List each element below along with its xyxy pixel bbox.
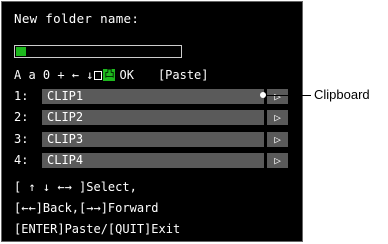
device-screen: New folder name: A a 0 + ← ↓ 凸 OK [Paste…	[1, 1, 303, 242]
help-paste-exit: [ENTER]Paste/[QUIT]Exit	[14, 222, 181, 236]
callout-leader-line	[263, 95, 311, 96]
clip-index: 1:	[14, 89, 29, 103]
clip-row-4[interactable]: 4: CLIP4 ▷	[14, 153, 288, 168]
paste-button[interactable]: [Paste]	[158, 68, 209, 82]
clip-item[interactable]: CLIP2	[42, 110, 264, 125]
clipboard-mode-icon[interactable]: 凸	[103, 69, 116, 81]
char-mode-keys[interactable]: A a 0 + ← ↓	[14, 68, 93, 82]
input-toolbar: A a 0 + ← ↓ 凸 OK [Paste]	[14, 68, 209, 82]
forward-arrow-icon[interactable]: ▷	[267, 153, 288, 168]
clip-index: 2:	[14, 110, 29, 124]
clip-item[interactable]: CLIP3	[42, 132, 264, 147]
clip-label: CLIP1	[47, 89, 84, 103]
forward-arrow-icon[interactable]: ▷	[267, 110, 288, 125]
clip-label: CLIP3	[47, 132, 84, 146]
forward-arrow-icon[interactable]: ▷	[267, 132, 288, 147]
forward-arrow-icon[interactable]: ▷	[267, 89, 288, 104]
clip-index: 4:	[14, 153, 29, 167]
clip-index: 3:	[14, 132, 29, 146]
help-select: [ ↑ ↓ ←→ ]Select,	[14, 180, 137, 194]
clip-row-2[interactable]: 2: CLIP2 ▷	[14, 110, 288, 125]
folder-name-input[interactable]	[14, 45, 182, 58]
ok-button[interactable]: OK	[119, 68, 133, 82]
clip-item[interactable]: CLIP1	[42, 89, 264, 104]
folder-name-prompt: New folder name:	[14, 11, 140, 26]
clip-label: CLIP2	[47, 110, 84, 124]
clip-row-3[interactable]: 3: CLIP3 ▷	[14, 132, 288, 147]
copy-icon[interactable]	[94, 70, 103, 80]
text-cursor	[16, 47, 26, 56]
callout-anchor-dot	[260, 92, 266, 98]
help-navigate: [←←]Back,[→→]Forward	[14, 201, 159, 215]
clip-item[interactable]: CLIP4	[42, 153, 264, 168]
clipboard-callout-label: Clipboard	[314, 87, 370, 102]
clip-row-1[interactable]: 1: CLIP1 ▷	[14, 89, 288, 104]
clip-label: CLIP4	[47, 153, 84, 167]
